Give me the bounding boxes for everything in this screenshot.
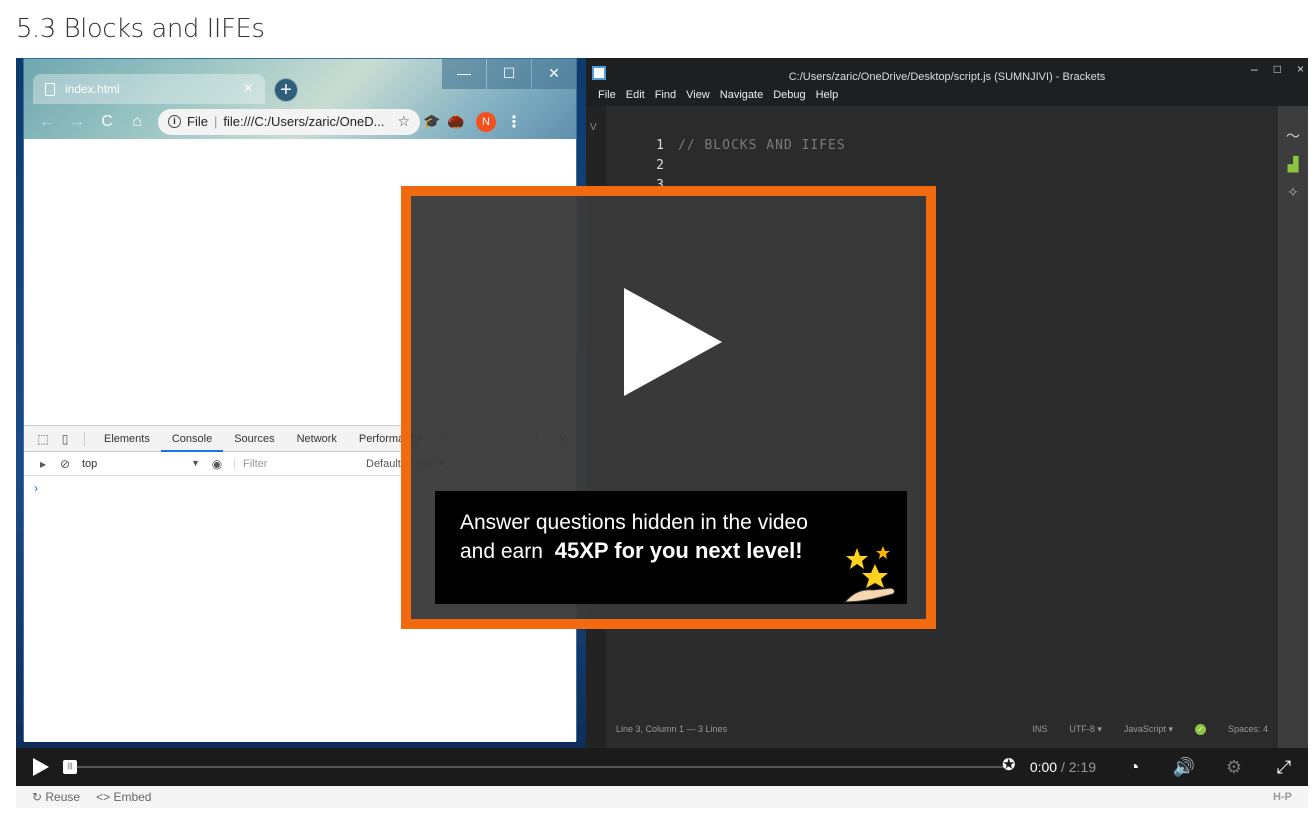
extension-acorn-icon[interactable]: 🌰	[444, 113, 468, 130]
scheme-label: File	[187, 114, 208, 129]
seek-handle[interactable]: |||	[63, 760, 77, 774]
line-number: 2	[656, 158, 664, 173]
editor-close-button[interactable]: ×	[1297, 62, 1304, 76]
code-line: 1 // BLOCKS AND IIFES	[606, 138, 1278, 158]
seek-bar[interactable]: ✪	[77, 757, 1016, 774]
url-text[interactable]: file:///C:/Users/zaric/OneD...	[223, 114, 397, 129]
video-overlay[interactable]: Answer questions hidden in the video and…	[401, 186, 936, 629]
page-title: 5.3 Blocks and IIFEs	[16, 14, 265, 44]
sidebar-toggle-icon[interactable]: ▸	[32, 457, 54, 471]
gutter-label: V	[590, 122, 597, 133]
current-time: 0:00	[1029, 759, 1058, 775]
device-toolbar-icon[interactable]: ▯	[54, 432, 76, 446]
magic-wand-icon[interactable]: ✧	[1278, 178, 1308, 206]
tab-console[interactable]: Console	[160, 426, 224, 452]
promo-prefix: and earn	[460, 540, 549, 563]
browser-toolbar: ← → C ⌂ i File | file:///C:/Users/zaric/…	[24, 104, 576, 139]
editor-maximize-button[interactable]: □	[1274, 62, 1281, 76]
code-text[interactable]: // BLOCKS AND IIFES	[678, 138, 846, 158]
omnibox-separator: |	[213, 114, 218, 129]
close-button[interactable]: ✕	[532, 59, 576, 89]
playback-speed-icon[interactable]: ◔	[1122, 757, 1146, 778]
inspect-element-icon[interactable]: ⬚	[32, 432, 54, 446]
clear-console-icon[interactable]: ⊘	[54, 457, 76, 471]
settings-gear-icon[interactable]: ⚙	[1222, 757, 1246, 778]
menu-navigate[interactable]: Navigate	[720, 89, 763, 101]
new-tab-button[interactable]: +	[274, 78, 298, 102]
editor-minimize-button[interactable]: –	[1251, 62, 1258, 76]
time-display: 0:00 / 2:19	[1030, 759, 1096, 775]
indent-setting[interactable]: Spaces: 4	[1228, 724, 1268, 734]
play-button[interactable]	[33, 758, 49, 776]
bookmark-star-icon[interactable]: ☆	[397, 113, 410, 130]
promo-line-2: and earn 45XP for you next level!	[460, 536, 907, 566]
embed-label: Embed	[113, 790, 152, 804]
extension-graduation-icon[interactable]: 🎓	[420, 113, 444, 130]
menu-debug[interactable]: Debug	[773, 89, 805, 101]
cursor-position: Line 3, Column 1 — 3 Lines	[616, 724, 728, 734]
volume-icon[interactable]: 🔊	[1172, 757, 1196, 778]
back-icon[interactable]: ←	[32, 113, 62, 131]
menu-view[interactable]: View	[686, 89, 710, 101]
context-value: top	[82, 457, 98, 470]
menu-help[interactable]: Help	[816, 89, 839, 101]
tab-close-icon[interactable]: ×	[244, 80, 253, 98]
promo-line-1: Answer questions hidden in the video	[460, 511, 808, 534]
address-bar[interactable]: i File | file:///C:/Users/zaric/OneD... …	[158, 108, 420, 135]
home-icon[interactable]: ⌂	[122, 113, 152, 131]
console-filter-input[interactable]: Filter	[234, 457, 358, 470]
menu-edit[interactable]: Edit	[626, 89, 645, 101]
line-number: 1	[656, 138, 664, 153]
eye-icon[interactable]: ◉	[206, 457, 228, 471]
code-line: 2	[606, 158, 1278, 178]
reuse-link[interactable]: ↻ Reuse	[32, 790, 80, 804]
stars-hand-icon	[843, 546, 896, 603]
browser-tab[interactable]: index.html ×	[33, 74, 265, 104]
tab-sources[interactable]: Sources	[223, 426, 285, 452]
reload-icon[interactable]: C	[92, 113, 122, 131]
tab-elements[interactable]: Elements	[93, 426, 161, 452]
video-player-bar: ||| ✪ 0:00 / 2:19 ◔ 🔊 ⚙ ⤢	[16, 748, 1308, 786]
tab-separator	[84, 431, 85, 446]
window-controls: — ☐ ✕	[441, 59, 576, 89]
document-icon	[45, 82, 55, 96]
extension-manager-icon[interactable]: ▟	[1278, 150, 1308, 178]
editor-statusbar: Line 3, Column 1 — 3 Lines INS UTF-8 ▾ J…	[606, 718, 1278, 740]
embed-footer: ↻ Reuse <> Embed H-P	[16, 786, 1308, 808]
editor-toolbar: 〜 ▟ ✧	[1278, 106, 1308, 748]
editor-title: C:/Users/zaric/OneDrive/Desktop/script.j…	[788, 71, 1106, 83]
promo-xp: 45XP for you next level!	[554, 538, 803, 563]
minimize-button[interactable]: —	[442, 59, 486, 89]
reuse-label: Reuse	[45, 790, 81, 804]
interaction-marker-icon[interactable]: ✪	[1000, 757, 1018, 775]
duration: 2:19	[1068, 759, 1096, 775]
encoding-select[interactable]: UTF-8 ▾	[1069, 724, 1102, 735]
lint-ok-icon[interactable]: ✓	[1194, 723, 1206, 735]
menu-find[interactable]: Find	[655, 89, 676, 101]
maximize-button[interactable]: ☐	[487, 59, 531, 89]
live-preview-icon[interactable]: 〜	[1278, 122, 1308, 150]
profile-avatar[interactable]: N	[476, 111, 496, 132]
editor-window-controls: – □ ×	[1251, 62, 1304, 76]
interaction-promo: Answer questions hidden in the video and…	[435, 491, 907, 604]
insert-mode[interactable]: INS	[1032, 724, 1047, 734]
language-select[interactable]: JavaScript ▾	[1124, 724, 1173, 735]
chevron-down-icon: ▼	[191, 457, 200, 468]
context-select[interactable]: top ▼	[76, 458, 206, 470]
tab-network[interactable]: Network	[286, 426, 348, 452]
fullscreen-icon[interactable]: ⤢	[1272, 757, 1296, 778]
play-icon[interactable]	[624, 288, 722, 396]
video-frame[interactable]: index.html × + — ☐ ✕ ← → C ⌂ i File | fi…	[16, 58, 1308, 748]
browser-titlebar: index.html × + — ☐ ✕ ← → C ⌂ i File | fi…	[24, 59, 576, 139]
h5p-logo[interactable]: H-P	[1273, 791, 1292, 803]
info-icon[interactable]: i	[168, 115, 181, 128]
menu-file[interactable]: File	[598, 89, 616, 101]
embed-link[interactable]: <> Embed	[96, 790, 151, 804]
forward-icon[interactable]: →	[62, 113, 92, 131]
browser-menu-icon[interactable]: ⋮	[506, 112, 522, 132]
time-separator: /	[1057, 759, 1069, 775]
tab-title: index.html	[65, 82, 120, 96]
editor-titlebar: C:/Users/zaric/OneDrive/Desktop/script.j…	[586, 58, 1308, 106]
editor-menubar: File Edit Find View Navigate Debug Help	[598, 89, 838, 101]
